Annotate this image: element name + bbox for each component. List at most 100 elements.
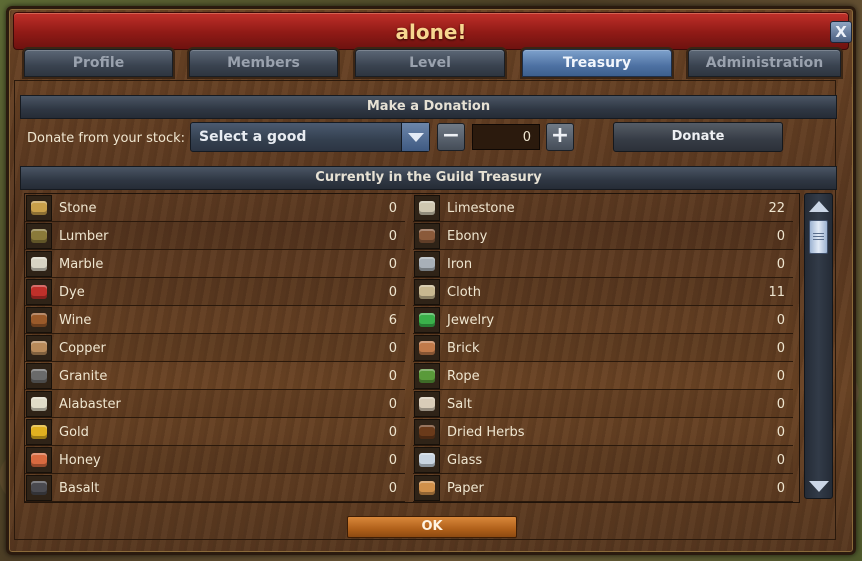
good-amount: 0 xyxy=(776,369,785,384)
good-name: Gold xyxy=(59,425,89,440)
honey-icon xyxy=(26,447,52,473)
good-amount: 0 xyxy=(776,453,785,468)
good-amount: 0 xyxy=(388,369,397,384)
treasury-row: Copper 0 xyxy=(25,334,405,362)
tab-bar: Profile Members Level Treasury Administr… xyxy=(17,45,847,77)
good-amount: 6 xyxy=(388,313,397,328)
good-name: Iron xyxy=(447,257,473,272)
rope-icon xyxy=(414,363,440,389)
good-amount: 0 xyxy=(776,425,785,440)
basalt-icon xyxy=(26,475,52,501)
treasury-row: Paper 0 xyxy=(413,474,793,502)
good-name: Jewelry xyxy=(447,313,495,328)
granite-icon xyxy=(26,363,52,389)
quantity-input[interactable] xyxy=(472,124,540,150)
treasury-row: Cloth 11 xyxy=(413,278,793,306)
good-amount: 0 xyxy=(776,341,785,356)
dried-herbs-icon xyxy=(414,419,440,445)
good-amount: 0 xyxy=(776,313,785,328)
tab-level[interactable]: Level xyxy=(355,49,505,77)
treasury-row: Dried Herbs 0 xyxy=(413,418,793,446)
donation-header: Make a Donation xyxy=(20,95,837,119)
good-name: Cloth xyxy=(447,285,481,300)
treasury-row: Iron 0 xyxy=(413,250,793,278)
good-name: Rope xyxy=(447,369,480,384)
good-amount: 0 xyxy=(388,453,397,468)
good-amount: 0 xyxy=(776,229,785,244)
treasury-row: Alabaster 0 xyxy=(25,390,405,418)
good-amount: 0 xyxy=(388,481,397,496)
good-amount: 0 xyxy=(388,257,397,272)
treasury-row: Glass 0 xyxy=(413,446,793,474)
good-name: Honey xyxy=(59,453,101,468)
good-amount: 0 xyxy=(388,425,397,440)
good-name: Marble xyxy=(59,257,104,272)
ok-button[interactable]: OK xyxy=(347,516,517,538)
good-name: Granite xyxy=(59,369,108,384)
good-amount: 11 xyxy=(768,285,785,300)
good-name: Salt xyxy=(447,397,472,412)
treasury-row: Ebony 0 xyxy=(413,222,793,250)
scroll-up-icon[interactable] xyxy=(808,198,829,214)
good-amount: 0 xyxy=(776,257,785,272)
treasury-row: Stone 0 xyxy=(25,194,405,222)
tab-members[interactable]: Members xyxy=(189,49,338,77)
good-amount: 0 xyxy=(388,341,397,356)
chevron-down-icon[interactable] xyxy=(401,123,429,151)
good-name: Copper xyxy=(59,341,106,356)
good-name: Wine xyxy=(59,313,92,328)
dye-icon xyxy=(26,279,52,305)
decrease-button[interactable]: − xyxy=(437,123,465,151)
good-name: Basalt xyxy=(59,481,100,496)
treasury-row: Granite 0 xyxy=(25,362,405,390)
alabaster-icon xyxy=(26,391,52,417)
tab-treasury[interactable]: Treasury xyxy=(522,49,672,77)
window-title: alone! xyxy=(395,20,467,44)
limestone-icon xyxy=(414,195,440,221)
glass-icon xyxy=(414,447,440,473)
ebony-icon xyxy=(414,223,440,249)
good-name: Glass xyxy=(447,453,483,468)
cloth-icon xyxy=(414,279,440,305)
treasury-row: Limestone 22 xyxy=(413,194,793,222)
increase-button[interactable]: + xyxy=(546,123,574,151)
treasury-row: Gold 0 xyxy=(25,418,405,446)
donate-from-label: Donate from your stock: xyxy=(27,131,186,146)
good-amount: 0 xyxy=(388,285,397,300)
good-name: Stone xyxy=(59,201,97,216)
good-name: Dye xyxy=(59,285,85,300)
treasury-scrollbar[interactable] xyxy=(804,193,833,499)
good-amount: 0 xyxy=(776,397,785,412)
good-name: Limestone xyxy=(447,201,515,216)
tab-administration[interactable]: Administration xyxy=(688,49,841,77)
salt-icon xyxy=(414,391,440,417)
treasury-row: Rope 0 xyxy=(413,362,793,390)
good-select[interactable]: Select a good xyxy=(190,122,430,152)
treasury-row: Jewelry 0 xyxy=(413,306,793,334)
good-name: Dried Herbs xyxy=(447,425,525,440)
close-button[interactable]: X xyxy=(830,21,852,43)
scroll-thumb[interactable] xyxy=(809,220,828,254)
stone-icon xyxy=(26,195,52,221)
good-name: Brick xyxy=(447,341,480,356)
donate-button[interactable]: Donate xyxy=(613,122,783,152)
scroll-down-icon[interactable] xyxy=(808,478,829,494)
wine-icon xyxy=(26,307,52,333)
good-name: Alabaster xyxy=(59,397,121,412)
good-name: Lumber xyxy=(59,229,109,244)
jewelry-icon xyxy=(414,307,440,333)
good-name: Ebony xyxy=(447,229,488,244)
good-amount: 0 xyxy=(388,201,397,216)
tab-profile[interactable]: Profile xyxy=(24,49,173,77)
brick-icon xyxy=(414,335,440,361)
good-amount: 0 xyxy=(776,481,785,496)
treasury-row: Dye 0 xyxy=(25,278,405,306)
good-amount: 0 xyxy=(388,229,397,244)
treasury-row: Marble 0 xyxy=(25,250,405,278)
treasury-row: Brick 0 xyxy=(413,334,793,362)
treasury-row: Wine 6 xyxy=(25,306,405,334)
treasury-row: Salt 0 xyxy=(413,390,793,418)
good-amount: 22 xyxy=(768,201,785,216)
paper-icon xyxy=(414,475,440,501)
good-name: Paper xyxy=(447,481,484,496)
